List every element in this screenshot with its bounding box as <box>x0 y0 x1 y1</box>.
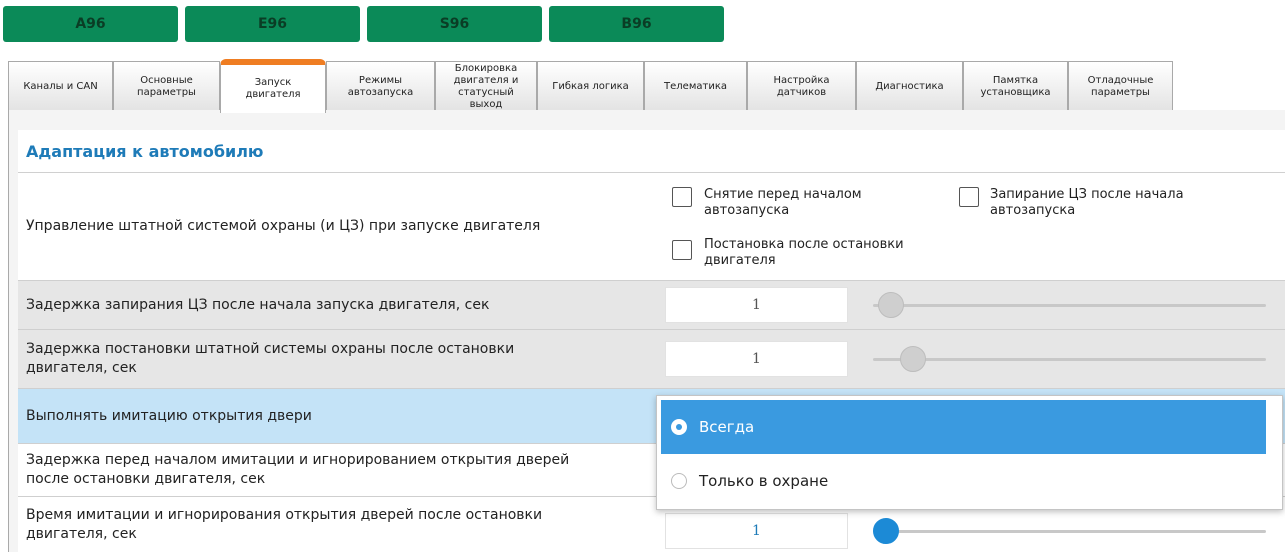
row-label: Задержка запирания ЦЗ после начала запус… <box>26 296 490 313</box>
tab-sensor-settings[interactable]: Настройка датчиков <box>747 61 856 111</box>
tab-diagnostics[interactable]: Диагностика <box>856 61 963 111</box>
tab-label: Отладочные параметры <box>1087 74 1154 98</box>
tab-label: Телематика <box>664 80 727 92</box>
tab-label: Настройка датчиков <box>773 74 830 98</box>
row-label: Выполнять имитацию открытия двери <box>26 407 312 424</box>
checkbox-disarm-before-start[interactable] <box>672 187 692 207</box>
checkbox-label: Запирание ЦЗ после начала автозапуска <box>990 187 1184 218</box>
tab-main-params[interactable]: Основные параметры <box>113 61 220 111</box>
arm-delay-slider-track[interactable] <box>873 358 1266 361</box>
lock-delay-slider-track[interactable] <box>873 304 1266 307</box>
model-button-e96[interactable]: E96 <box>185 6 360 42</box>
row-label: Задержка постановки штатной системы охра… <box>26 341 515 376</box>
checkbox-lock-after-start[interactable] <box>959 187 979 207</box>
section-title: Адаптация к автомобилю <box>18 130 1285 173</box>
model-button-s96[interactable]: S96 <box>367 6 542 42</box>
tab-label: Блокировка двигателя и статусный выход <box>453 62 519 110</box>
tab-installer-memo[interactable]: Памятка установщика <box>963 61 1068 111</box>
row-alarm-control: Управление штатной системой охраны (и ЦЗ… <box>18 173 1285 281</box>
imitation-time-slider-track[interactable] <box>873 530 1266 533</box>
imitation-time-input[interactable]: 1 <box>665 513 848 549</box>
option-label: Только в охране <box>699 472 829 490</box>
tab-label: Памятка установщика <box>980 74 1051 98</box>
tab-label: Гибкая логика <box>552 80 629 92</box>
option-label: Всегда <box>699 418 755 436</box>
radio-icon <box>671 473 687 489</box>
checkbox-label: Снятие перед началом автозапуска <box>704 187 862 218</box>
dropdown-option-armed-only[interactable]: Только в охране <box>661 454 1266 508</box>
lock-delay-input[interactable]: 1 <box>665 287 848 323</box>
tab-engine-start[interactable]: Запуск двигателя <box>220 59 326 113</box>
door-imitation-dropdown: Всегда Только в охране <box>656 395 1283 510</box>
row-label: Время имитации и игнорирования открытия … <box>26 506 543 542</box>
row-arm-delay: Задержка постановки штатной системы охра… <box>18 330 1285 389</box>
tab-label: Диагностика <box>875 80 944 92</box>
tab-debug-params[interactable]: Отладочные параметры <box>1068 61 1173 111</box>
tab-channels-can[interactable]: Каналы и CAN <box>8 61 113 111</box>
radio-icon <box>671 419 687 435</box>
tab-engine-lock[interactable]: Блокировка двигателя и статусный выход <box>435 61 537 111</box>
row-lock-delay: Задержка запирания ЦЗ после начала запус… <box>18 281 1285 330</box>
tab-label: Режимы автозапуска <box>347 74 414 98</box>
tab-label: Каналы и CAN <box>23 80 98 92</box>
tab-flex-logic[interactable]: Гибкая логика <box>537 61 644 111</box>
tab-label: Запуск двигателя <box>245 77 301 100</box>
model-button-a96[interactable]: A96 <box>3 6 178 42</box>
row-label: Управление штатной системой охраны (и ЦЗ… <box>26 218 541 234</box>
dropdown-option-always[interactable]: Всегда <box>661 400 1266 454</box>
tab-telematics[interactable]: Телематика <box>644 61 747 111</box>
checkbox-arm-after-stop[interactable] <box>672 240 692 260</box>
tab-autostart-modes[interactable]: Режимы автозапуска <box>326 61 435 111</box>
model-button-b96[interactable]: B96 <box>549 6 724 42</box>
checkbox-label: Постановка после остановки двигателя <box>704 237 904 268</box>
tab-label: Основные параметры <box>137 74 196 98</box>
lock-delay-slider-thumb[interactable] <box>878 292 904 318</box>
arm-delay-slider-thumb[interactable] <box>900 346 926 372</box>
arm-delay-input[interactable]: 1 <box>665 341 848 377</box>
imitation-time-slider-thumb[interactable] <box>873 518 899 544</box>
row-label: Задержка перед началом имитации и игнори… <box>26 452 570 487</box>
